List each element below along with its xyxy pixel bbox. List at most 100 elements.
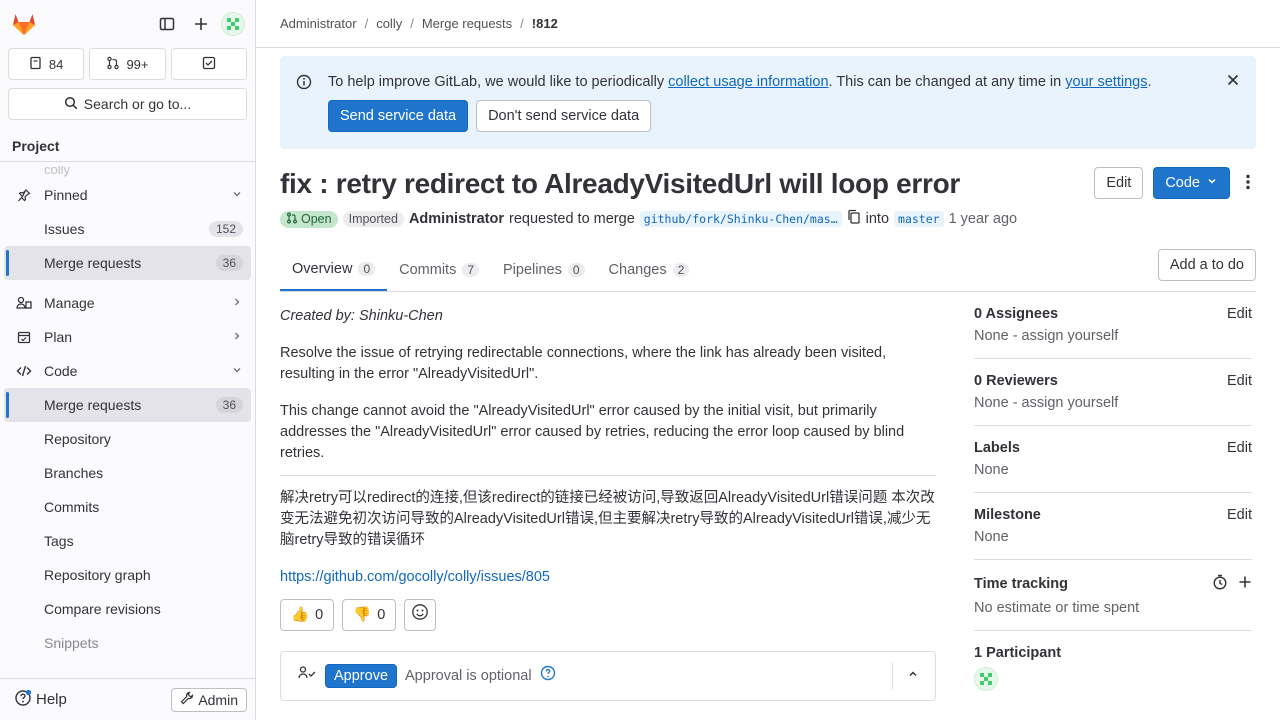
page-title: fix : retry redirect to AlreadyVisitedUr…	[280, 168, 960, 199]
copy-icon[interactable]	[847, 209, 861, 229]
labels-block: Labels Edit None	[974, 426, 1252, 493]
admin-area-button[interactable]: Admin	[171, 687, 247, 712]
thumbs-down-button[interactable]: 👎 0	[342, 599, 397, 631]
help-button[interactable]: Help	[8, 689, 67, 711]
information-icon	[296, 74, 312, 93]
mr-tabs: Overview 0 Commits 7 Pipelines 0 Changes…	[280, 249, 1256, 292]
users-icon	[16, 295, 32, 311]
right-sidebar: 0 Assignees Edit None - assign yourself …	[974, 292, 1252, 708]
sidebar-item-label: Manage	[44, 295, 95, 311]
search-button[interactable]: Search or go to...	[8, 88, 247, 120]
toggle-sidebar-icon[interactable]	[153, 10, 181, 38]
search-label: Search or go to...	[83, 96, 192, 112]
code-dropdown-button[interactable]: Code	[1153, 167, 1230, 199]
sidebar-item-commits[interactable]: Commits	[4, 490, 251, 524]
tab-label: Pipelines	[503, 262, 562, 278]
sidebar-item-compare-revisions[interactable]: Compare revisions	[4, 592, 251, 626]
tab-commits[interactable]: Commits 7	[387, 249, 491, 291]
sidebar-item-repository-graph[interactable]: Repository graph	[4, 558, 251, 592]
tab-changes[interactable]: Changes 2	[597, 249, 702, 291]
issues-counter-button[interactable]: 84	[8, 48, 85, 80]
breadcrumb-separator: /	[410, 16, 414, 31]
breadcrumb-item[interactable]: Administrator	[280, 16, 357, 31]
sidebar-item-pinned-issues[interactable]: Issues 152	[4, 212, 251, 246]
chevron-up-icon	[907, 666, 919, 687]
code-button-label: Code	[1165, 175, 1200, 191]
sidebar-top	[0, 0, 255, 48]
send-service-data-button[interactable]: Send service data	[328, 100, 469, 132]
more-actions-icon[interactable]	[1240, 174, 1256, 193]
award-emoji-bar: 👍 0 👎 0	[280, 599, 936, 631]
sidebar-item-label: Commits	[44, 499, 100, 515]
reviewers-title: 0 Reviewers	[974, 373, 1058, 389]
close-icon[interactable]	[1226, 73, 1240, 90]
sidebar-item-label: Merge requests	[44, 255, 142, 271]
author-name[interactable]: Administrator	[409, 211, 504, 227]
milestone-edit-button[interactable]: Edit	[1227, 507, 1252, 523]
add-time-icon[interactable]	[1238, 575, 1252, 593]
sidebar-item-code[interactable]: Code	[4, 354, 251, 388]
code-icon	[16, 363, 32, 379]
sidebar-item-label: Code	[44, 363, 78, 379]
sidebar-item-snippets[interactable]: Snippets	[4, 626, 251, 660]
sidebar-item-tags[interactable]: Tags	[4, 524, 251, 558]
status-label: Open	[301, 212, 332, 226]
participants-title: 1 Participant	[974, 645, 1062, 661]
reviewers-edit-button[interactable]: Edit	[1227, 373, 1252, 389]
reviewers-value[interactable]: None - assign yourself	[974, 395, 1252, 411]
participant-avatar[interactable]	[974, 667, 1252, 694]
dont-send-service-data-button[interactable]: Don't send service data	[476, 100, 652, 132]
todos-counter-button[interactable]	[170, 48, 247, 80]
assignees-value[interactable]: None - assign yourself	[974, 328, 1252, 344]
help-circle-icon[interactable]	[540, 665, 556, 688]
assignees-edit-button[interactable]: Edit	[1227, 306, 1252, 322]
merge-request-open-icon	[286, 212, 298, 227]
sidebar-item-pinned[interactable]: Pinned	[4, 178, 251, 212]
merge-requests-count: 99+	[126, 56, 149, 72]
project-name-scrolled: colly	[44, 166, 71, 177]
tab-count: 7	[462, 263, 480, 277]
sidebar-item-label: Plan	[44, 329, 73, 345]
breadcrumb: Administrator / colly / Merge requests /…	[256, 0, 1280, 48]
add-todo-button[interactable]: Add a to do	[1157, 249, 1256, 281]
breadcrumb-current[interactable]: !812	[532, 16, 558, 31]
sidebar-item-manage[interactable]: Manage	[4, 286, 251, 320]
user-avatar[interactable]	[221, 12, 245, 36]
description-paragraph: Resolve the issue of retrying redirectab…	[280, 345, 887, 382]
mr-description: Created by: Shinku-Chen Resolve the issu…	[280, 292, 936, 708]
left-sidebar: 84 99+ Search or go to... Project colly …	[0, 0, 256, 720]
your-settings-link[interactable]: your settings	[1065, 74, 1147, 90]
sidebar-item-repository[interactable]: Repository	[4, 422, 251, 456]
created-time: 1 year ago	[948, 211, 1018, 227]
gitlab-logo-icon[interactable]	[10, 10, 38, 38]
add-reaction-button[interactable]	[404, 599, 437, 631]
labels-edit-button[interactable]: Edit	[1227, 440, 1252, 456]
tab-count: 0	[567, 263, 585, 277]
thumbs-up-button[interactable]: 👍 0	[280, 599, 335, 631]
chevron-right-icon	[231, 295, 243, 311]
merge-request-icon	[106, 56, 120, 73]
sidebar-item-pinned-merge-requests[interactable]: Merge requests 36	[4, 246, 251, 280]
stopwatch-icon[interactable]	[1212, 574, 1228, 594]
approve-button[interactable]: Approve	[325, 664, 398, 688]
target-branch[interactable]: master	[894, 211, 944, 227]
description-divider	[280, 475, 936, 476]
sidebar-item-plan[interactable]: Plan	[4, 320, 251, 354]
edit-button[interactable]: Edit	[1094, 167, 1144, 199]
create-new-icon[interactable]	[187, 10, 215, 38]
sidebar-item-branches[interactable]: Branches	[4, 456, 251, 490]
tab-label: Commits	[399, 262, 457, 278]
merge-requests-counter-button[interactable]: 99+	[89, 48, 166, 80]
banner-text: To help improve GitLab, we would like to…	[328, 72, 1240, 92]
admin-label: Admin	[198, 691, 238, 708]
collapse-button[interactable]	[892, 663, 919, 689]
issue-link[interactable]: https://github.com/gocolly/colly/issues/…	[280, 569, 550, 585]
tab-pipelines[interactable]: Pipelines 0	[491, 249, 597, 291]
tab-overview[interactable]: Overview 0	[280, 249, 388, 291]
sidebar-item-code-merge-requests[interactable]: Merge requests 36	[4, 388, 251, 422]
assignees-title: 0 Assignees	[974, 306, 1059, 322]
breadcrumb-item[interactable]: Merge requests	[422, 16, 512, 31]
breadcrumb-item[interactable]: colly	[376, 16, 402, 31]
collect-usage-link[interactable]: collect usage information	[668, 74, 828, 90]
source-branch[interactable]: github/fork/Shinku-Chen/mas…	[639, 211, 842, 227]
